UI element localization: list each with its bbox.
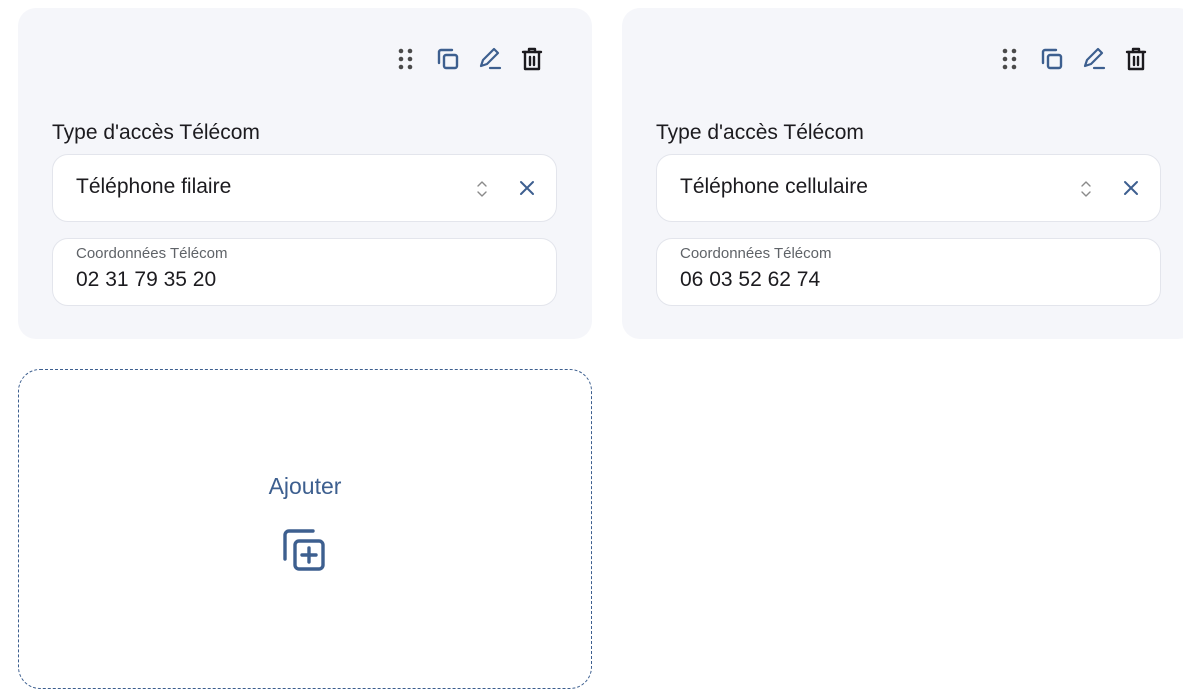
telecom-coordinates-value[interactable]: 06 03 52 62 74 — [680, 268, 1130, 292]
telecom-coordinates-label: Coordonnées Télécom — [76, 245, 228, 262]
delete-icon[interactable] — [517, 44, 547, 74]
duplicate-icon[interactable] — [1037, 44, 1067, 74]
duplicate-icon[interactable] — [433, 44, 463, 74]
type-access-select[interactable]: Téléphone cellulaire — [656, 154, 1161, 222]
clear-icon[interactable] — [516, 177, 538, 204]
card-toolbar — [391, 44, 547, 74]
drag-handle-icon[interactable] — [391, 44, 421, 74]
telecom-coordinates-value[interactable]: 02 31 79 35 20 — [76, 268, 526, 292]
telecom-card-2: Type d'accès Télécom Téléphone cellulair… — [622, 8, 1183, 339]
card-toolbar — [995, 44, 1151, 74]
delete-icon[interactable] — [1121, 44, 1151, 74]
type-access-select[interactable]: Téléphone filaire — [52, 154, 557, 222]
type-access-label: Type d'accès Télécom — [656, 121, 864, 144]
type-access-label: Type d'accès Télécom — [52, 121, 260, 144]
telecom-coordinates-label: Coordonnées Télécom — [680, 245, 832, 262]
edit-icon[interactable] — [1079, 44, 1109, 74]
clear-icon[interactable] — [1120, 177, 1142, 204]
add-label: Ajouter — [268, 473, 342, 499]
add-telecom-card[interactable]: Ajouter — [18, 369, 592, 689]
drag-handle-icon[interactable] — [995, 44, 1025, 74]
edit-icon[interactable] — [475, 44, 505, 74]
telecom-coordinates-field[interactable]: Coordonnées Télécom 06 03 52 62 74 — [656, 238, 1161, 306]
type-access-value: Téléphone cellulaire — [680, 175, 868, 198]
telecom-card-1: Type d'accès Télécom Téléphone filaire C… — [18, 8, 592, 339]
add-copy-icon[interactable] — [279, 525, 331, 582]
telecom-coordinates-field[interactable]: Coordonnées Télécom 02 31 79 35 20 — [52, 238, 557, 306]
type-access-value: Téléphone filaire — [76, 175, 232, 198]
chevron-updown-icon[interactable] — [1080, 179, 1092, 204]
chevron-updown-icon[interactable] — [476, 179, 488, 204]
